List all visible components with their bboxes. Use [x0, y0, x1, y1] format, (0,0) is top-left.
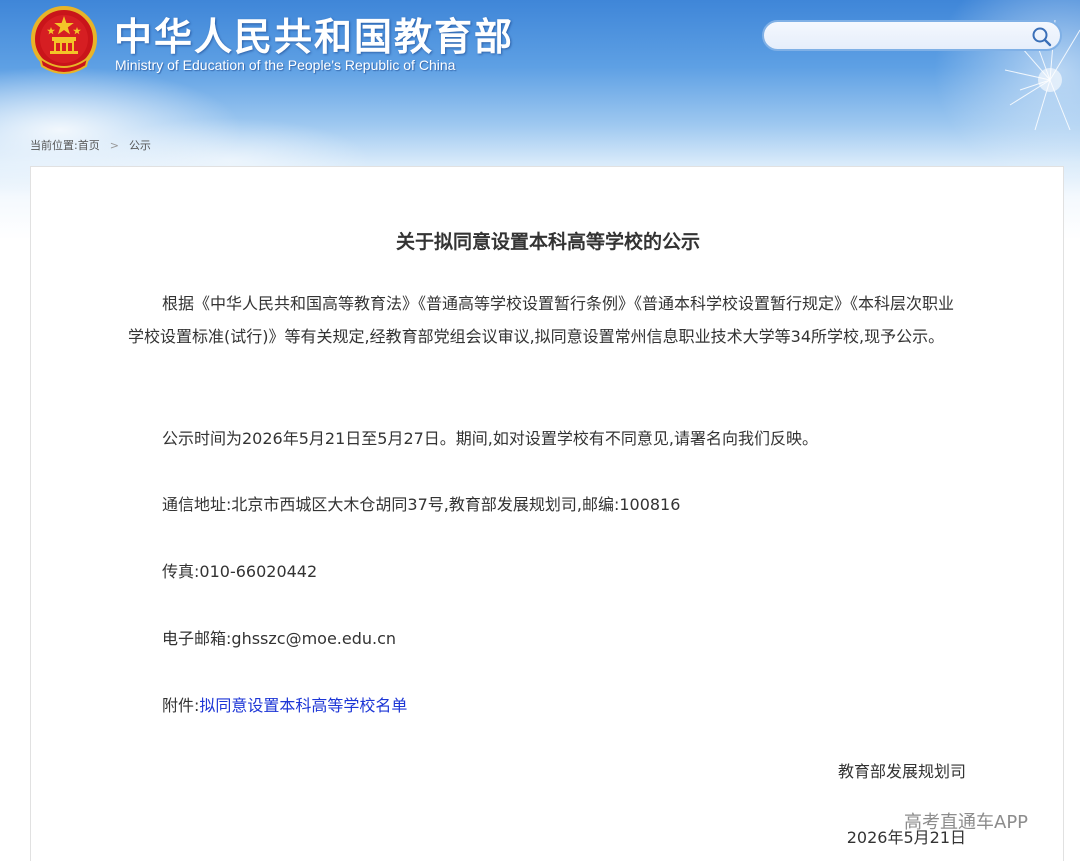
app-watermark: 高考直通车APP — [904, 812, 1029, 833]
breadcrumb-home-link[interactable]: 首页 — [78, 137, 100, 153]
fax-label: 传真: — [162, 562, 200, 581]
attachment-label: 附件: — [162, 696, 200, 715]
breadcrumb-prefix: 当前位置: — [30, 139, 78, 152]
email-label: 电子邮箱: — [162, 629, 232, 648]
site-title: 中华人民共和国教育部 — [114, 15, 515, 59]
email-line: 电子邮箱:ghsszc@moe.edu.cn — [162, 622, 1002, 655]
attachment-line: 附件:拟同意设置本科高等学校名单 — [162, 689, 1002, 722]
search-icon[interactable] — [1030, 25, 1054, 47]
signature: 教育部发展规划司 — [837, 762, 966, 781]
site-subtitle: Ministry of Education of the People's Re… — [115, 57, 456, 73]
breadcrumb-current-link[interactable]: 公示 — [129, 137, 151, 153]
address-line: 通信地址:北京市西城区大木仓胡同37号,教育部发展规划司,邮编:100816 — [162, 488, 1002, 521]
article-card: 关于拟同意设置本科高等学校的公示 根据《中华人民共和国高等教育法》《普通高等学校… — [30, 166, 1064, 861]
breadcrumb: 当前位置: 首页 > 公示 — [30, 137, 151, 153]
address-label: 通信地址: — [162, 495, 232, 514]
article-paragraph-2: 公示时间为2026年5月21日至5月27日。期间,如对设置学校有不同意见,请署名… — [162, 429, 818, 448]
article-title: 关于拟同意设置本科高等学校的公示 — [395, 231, 700, 253]
search-box — [762, 20, 1062, 51]
fax-line: 传真:010-66020442 — [162, 555, 1002, 588]
attachment-link[interactable]: 拟同意设置本科高等学校名单 — [199, 696, 407, 715]
email-value: ghsszc@moe.edu.cn — [231, 629, 397, 648]
national-emblem-icon — [31, 6, 97, 74]
address-value: 北京市西城区大木仓胡同37号,教育部发展规划司,邮编:100816 — [231, 495, 681, 514]
chevron-right-icon: > — [109, 138, 119, 152]
search-input[interactable] — [774, 25, 1024, 47]
article-paragraph-1: 根据《中华人民共和国高等教育法》《普通高等学校设置暂行条例》《普通本科学校设置暂… — [128, 294, 955, 346]
fax-value: 010-66020442 — [199, 562, 318, 581]
